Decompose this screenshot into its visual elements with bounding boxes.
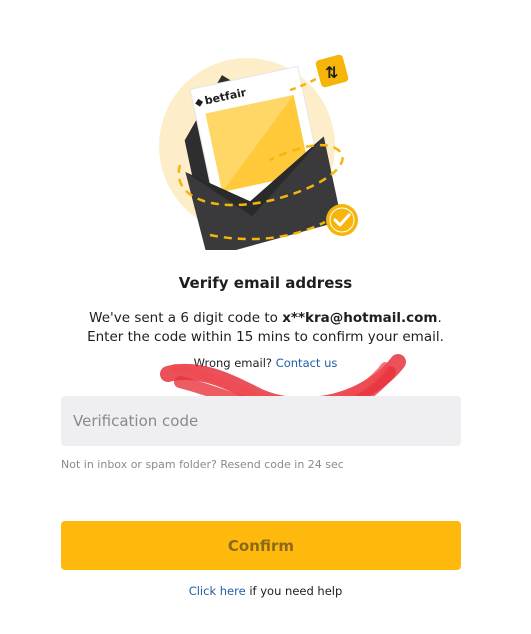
- check-badge-icon: [326, 204, 358, 236]
- message-line1-suffix: .: [437, 310, 442, 326]
- click-here-link[interactable]: Click here: [189, 584, 246, 598]
- verify-email-page: betfair ⇅ Verify email address We've sen…: [0, 0, 531, 634]
- resend-code-text: Not in inbox or spam folder? Resend code…: [61, 458, 344, 471]
- svg-text:⇅: ⇅: [325, 63, 338, 82]
- verification-code-field: [61, 396, 461, 446]
- message-line2: Enter the code within 15 mins to confirm…: [87, 329, 444, 345]
- help-row: Click here if you need help: [0, 584, 531, 598]
- page-title: Verify email address: [178, 274, 353, 292]
- confirm-button[interactable]: Confirm: [61, 521, 461, 570]
- masked-email: x**kra@hotmail.com: [282, 310, 438, 326]
- contact-us-link[interactable]: Contact us: [276, 356, 338, 370]
- wrong-email-row: Wrong email? Contact us: [0, 356, 531, 370]
- envelope-illustration: betfair ⇅: [159, 54, 358, 250]
- help-text: if you need help: [245, 584, 343, 598]
- arrows-tag-icon: ⇅: [315, 54, 349, 88]
- message-line1-prefix: We've sent a 6 digit code to: [89, 310, 283, 326]
- verification-message: We've sent a 6 digit code to x**kra@hotm…: [0, 309, 531, 347]
- verification-code-input[interactable]: [61, 396, 461, 446]
- wrong-email-label: Wrong email?: [193, 356, 276, 370]
